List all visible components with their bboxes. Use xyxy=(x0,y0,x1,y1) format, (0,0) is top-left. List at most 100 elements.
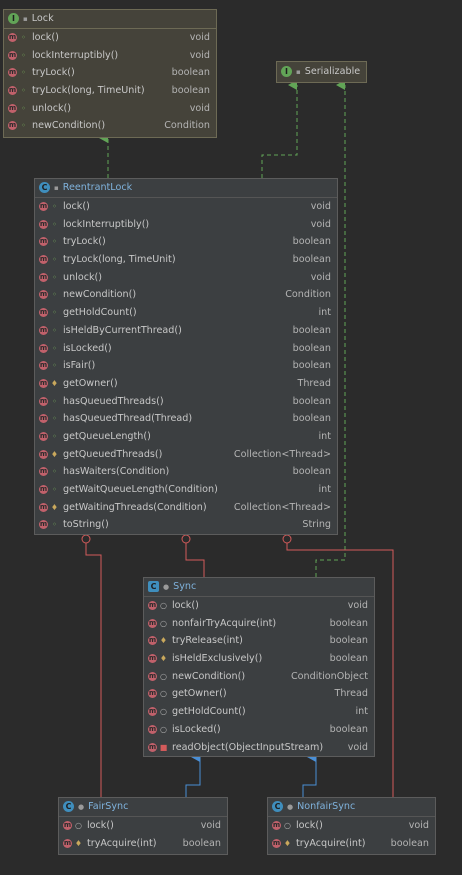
method-icon: m xyxy=(272,821,281,830)
serializable-header: I ▪ Serializable xyxy=(277,62,366,82)
method-row[interactable]: m ◦ tryLock(long, TimeUnit) boolean xyxy=(4,82,216,100)
realization-edge-reentrantlock-serializable xyxy=(261,80,298,178)
method-name: getWaitQueueLength(Condition) xyxy=(63,484,218,495)
visibility-public-icon: ◦ xyxy=(52,361,57,371)
visibility-package-icon: ○ xyxy=(160,601,167,610)
method-row[interactable]: m ◦ hasQueuedThreads() boolean xyxy=(35,393,337,411)
visibility-package-icon: ○ xyxy=(160,618,167,628)
method-row[interactable]: m ◦ tryLock(long, TimeUnit) boolean xyxy=(35,251,337,269)
method-icon: m xyxy=(39,325,48,335)
method-row[interactable]: m ♦ getOwner() Thread xyxy=(35,375,337,393)
method-icon: m xyxy=(39,414,48,424)
method-icon: m xyxy=(148,724,157,734)
class-icon: C xyxy=(39,181,50,193)
method-name: hasWaiters(Condition) xyxy=(63,466,170,478)
method-name: isLocked() xyxy=(172,723,221,735)
lock-interface-box[interactable]: I ▪ Lock m ◦ lock() void m ◦ lockInterruptibly()… xyxy=(3,9,217,138)
method-icon: m xyxy=(148,707,157,717)
visibility-protected-icon: ♦ xyxy=(50,449,59,459)
method-row[interactable]: m ◦ lock() void xyxy=(4,29,216,47)
method-row[interactable]: m ♦ getWaitingThreads(Condition) Collection… xyxy=(35,499,337,517)
method-row[interactable]: m ◦ isFair() boolean xyxy=(35,357,337,375)
method-row[interactable]: m ○ lock() void xyxy=(59,817,227,835)
lock-method-list: m ◦ lock() void m ◦ lockInterruptibly() void m ◦ t… xyxy=(4,29,216,135)
method-name: lock() xyxy=(63,201,90,212)
visibility-public-icon: ◦ xyxy=(52,467,57,477)
method-icon: m xyxy=(39,343,48,353)
method-return-type: int xyxy=(318,307,331,319)
method-row[interactable]: m ◦ unlock() void xyxy=(4,100,216,118)
method-name: tryLock(long, TimeUnit) xyxy=(63,254,176,266)
visibility-protected-icon: ♦ xyxy=(283,838,292,848)
method-row[interactable]: m ◦ getWaitQueueLength(Condition) int xyxy=(35,481,337,499)
method-row[interactable]: m ◦ unlock() void xyxy=(35,269,337,287)
method-row[interactable]: m ◦ getHoldCount() int xyxy=(35,304,337,322)
serializable-interface-box[interactable]: I ▪ Serializable xyxy=(276,61,367,83)
method-row[interactable]: m ◦ hasWaiters(Condition) boolean xyxy=(35,463,337,481)
method-row[interactable]: m ◦ isHeldByCurrentThread() boolean xyxy=(35,322,337,340)
method-row[interactable]: m ○ getOwner() Thread xyxy=(144,685,374,703)
method-row[interactable]: m ◦ lockInterruptibly() void xyxy=(35,216,337,234)
method-row[interactable]: m ◦ hasQueuedThread(Thread) boolean xyxy=(35,410,337,428)
method-row[interactable]: m ■ readObject(ObjectInputStream) void xyxy=(144,739,374,757)
inner-class-marker-fairsync xyxy=(81,534,91,544)
method-row[interactable]: m ◦ isLocked() boolean xyxy=(35,340,337,358)
method-return-type: boolean xyxy=(329,723,368,735)
method-row[interactable]: m ◦ newCondition() Condition xyxy=(35,286,337,304)
visibility-package-icon: ○ xyxy=(160,707,167,717)
method-row[interactable]: m ◦ toString() String xyxy=(35,516,337,534)
method-icon: m xyxy=(8,86,17,96)
reentrantlock-class-box[interactable]: C ▪ ReentrantLock m ◦ lock() void m ◦ lockInterr… xyxy=(34,178,338,535)
method-name: readObject(ObjectInputStream) xyxy=(172,741,324,753)
method-name: unlock() xyxy=(63,271,103,283)
method-row[interactable]: m ◦ tryLock() boolean xyxy=(35,233,337,251)
method-icon: m xyxy=(63,838,72,848)
method-row[interactable]: m ♦ getQueuedThreads() Collection<Thread> xyxy=(35,446,337,464)
method-name: tryLock() xyxy=(32,67,75,79)
visibility-public-icon: ◦ xyxy=(52,520,57,530)
method-row[interactable]: m ◦ lock() void xyxy=(35,198,337,216)
sync-class-box[interactable]: C ● Sync m ○ lock() void m ○ nonfairTryAcquire(i… xyxy=(143,577,375,757)
method-row[interactable]: m ○ isLocked() boolean xyxy=(144,721,374,739)
method-icon: m xyxy=(39,520,48,530)
visibility-public-icon: ◦ xyxy=(52,290,57,300)
method-row[interactable]: m ◦ newCondition() Condition xyxy=(4,117,216,135)
inner-class-edge-fairsync xyxy=(85,536,102,797)
visibility-public-icon: ◦ xyxy=(21,68,26,78)
sync-method-list: m ○ lock() void m ○ nonfairTryAcquire(int) bool… xyxy=(144,597,374,756)
method-name: hasQueuedThread(Thread) xyxy=(63,413,193,425)
visibility-package-icon: ○ xyxy=(75,821,82,830)
method-row[interactable]: m ○ nonfairTryAcquire(int) boolean xyxy=(144,615,374,633)
method-row[interactable]: m ◦ tryLock() boolean xyxy=(4,64,216,82)
method-name: tryAcquire(int) xyxy=(87,837,157,849)
fairsync-class-box[interactable]: C ● FairSync m ○ lock() void m ♦ tryAcquire(int)… xyxy=(58,797,228,855)
method-row[interactable]: m ♦ isHeldExclusively() boolean xyxy=(144,650,374,668)
method-row[interactable]: m ◦ lockInterruptibly() void xyxy=(4,47,216,65)
method-row[interactable]: m ○ lock() void xyxy=(268,817,435,835)
method-name: tryRelease(int) xyxy=(172,635,243,647)
method-name: lock() xyxy=(32,32,59,43)
method-return-type: boolean xyxy=(292,254,331,266)
method-row[interactable]: m ○ newCondition() ConditionObject xyxy=(144,668,374,686)
method-row[interactable]: m ◦ getQueueLength() int xyxy=(35,428,337,446)
method-return-type: void xyxy=(347,600,368,611)
method-icon: m xyxy=(39,396,48,406)
method-row[interactable]: m ♦ tryAcquire(int) boolean xyxy=(268,835,435,853)
method-row[interactable]: m ♦ tryAcquire(int) boolean xyxy=(59,835,227,853)
method-return-type: boolean xyxy=(292,360,331,372)
visibility-protected-icon: ♦ xyxy=(159,654,168,664)
reentrantlock-method-list: m ◦ lock() void m ◦ lockInterruptibly() void m ◦ t… xyxy=(35,198,337,534)
method-row[interactable]: m ○ getHoldCount() int xyxy=(144,703,374,721)
method-row[interactable]: m ○ lock() void xyxy=(144,597,374,615)
method-name: unlock() xyxy=(32,102,72,114)
method-icon: m xyxy=(8,33,17,42)
method-icon: m xyxy=(39,290,48,300)
method-icon: m xyxy=(39,485,48,494)
visibility-public-icon: ◦ xyxy=(52,414,57,424)
nonfairsync-class-box[interactable]: C ● NonfairSync m ○ lock() void m ♦ tryAcquire(i… xyxy=(267,797,436,855)
method-name: nonfairTryAcquire(int) xyxy=(172,617,277,629)
visibility-private-icon: ■ xyxy=(159,742,168,752)
method-icon: m xyxy=(39,308,48,318)
visibility-protected-icon: ♦ xyxy=(50,502,59,512)
method-row[interactable]: m ♦ tryRelease(int) boolean xyxy=(144,632,374,650)
